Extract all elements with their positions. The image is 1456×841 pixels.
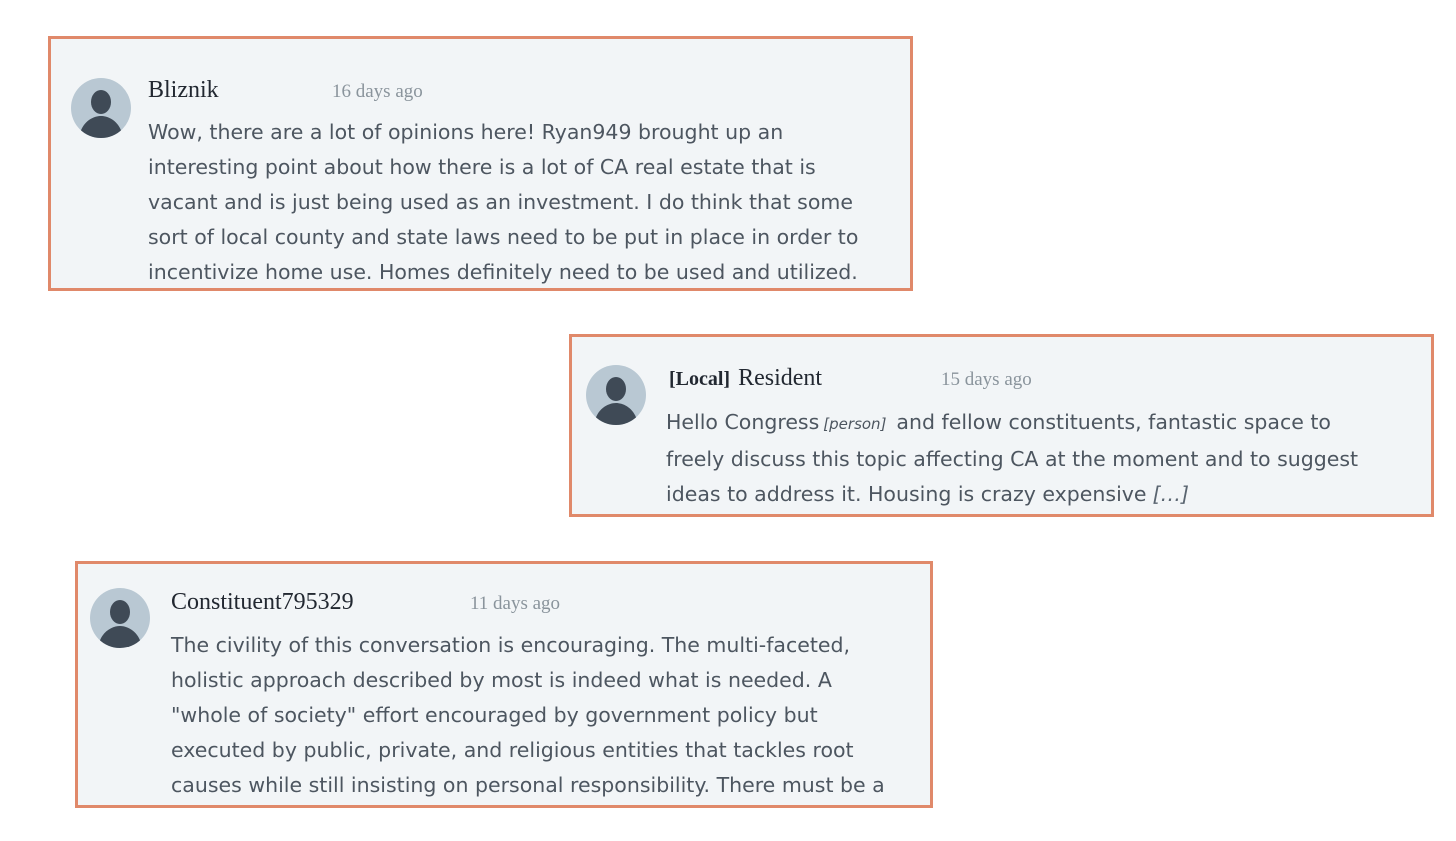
- avatar[interactable]: [90, 588, 150, 648]
- comment-line: executed by public, private, and religio…: [171, 738, 854, 762]
- comment-text: ideas to address it. Housing is crazy ex…: [666, 482, 1147, 506]
- comment-timestamp: 16 days ago: [332, 81, 423, 102]
- avatar[interactable]: [586, 365, 646, 425]
- comment-body: The civility of this conversation is enc…: [171, 628, 885, 803]
- comment-author[interactable]: Constituent795329: [171, 587, 354, 617]
- comment-card: Bliznik 16 days ago Wow, there are a lot…: [48, 36, 913, 291]
- author-name: Bliznik: [148, 77, 219, 103]
- redaction-marker: [person]: [823, 415, 887, 433]
- comment-author[interactable]: [Local] Resident: [669, 363, 822, 394]
- comment-line: vacant and is just being used as an inve…: [148, 190, 853, 214]
- author-name: Resident: [738, 365, 823, 391]
- comment-line: Hello Congress [person] and fellow constit…: [666, 405, 1358, 442]
- truncation-marker: […]: [1152, 482, 1190, 506]
- comment-text: and fellow constituents, fantastic space…: [896, 410, 1331, 434]
- comment-line: Wow, there are a lot of opinions here! R…: [148, 120, 784, 144]
- comment-body: Hello Congress [person] and fellow constit…: [666, 405, 1358, 512]
- comment-card: [Local] Resident 15 days ago Hello Congre…: [569, 334, 1434, 517]
- comment-line: interesting point about how there is a l…: [148, 155, 816, 179]
- comment-line: incentivize home use. Homes definitely n…: [148, 260, 858, 284]
- user-silhouette-icon: [79, 90, 123, 138]
- author-name: Constituent795329: [171, 589, 354, 615]
- user-silhouette-icon: [594, 377, 638, 425]
- comment-body: Wow, there are a lot of opinions here! R…: [148, 115, 859, 288]
- user-silhouette-icon: [98, 600, 142, 648]
- comment-line: freely discuss this topic affecting CA a…: [666, 447, 1359, 471]
- avatar[interactable]: [71, 78, 131, 138]
- comment-line: holistic approach described by most is i…: [171, 668, 832, 692]
- comment-card: Constituent795329 11 days ago The civili…: [75, 561, 933, 808]
- comment-line: causes while still insisting on personal…: [171, 773, 885, 797]
- comment-text: Hello Congress: [666, 410, 820, 434]
- comment-line: The civility of this conversation is enc…: [171, 633, 851, 657]
- comment-timestamp: 15 days ago: [941, 369, 1032, 390]
- comment-line: "whole of society" effort encouraged by …: [171, 703, 818, 727]
- comment-author[interactable]: Bliznik: [148, 75, 219, 105]
- comment-line: ideas to address it. Housing is crazy ex…: [666, 477, 1358, 512]
- author-tag: [Local]: [669, 368, 731, 390]
- comment-line: sort of local county and state laws need…: [148, 225, 859, 249]
- comment-timestamp: 11 days ago: [470, 593, 561, 614]
